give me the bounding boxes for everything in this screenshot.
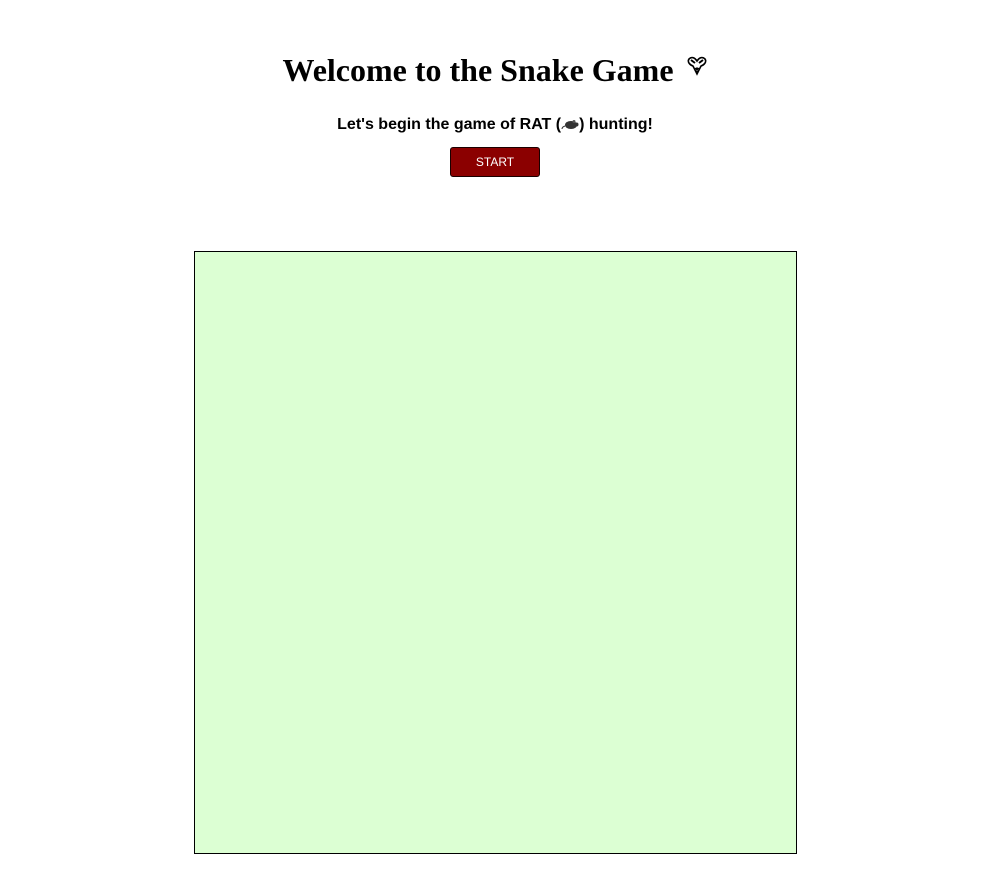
snake-head-icon <box>686 46 708 76</box>
rat-icon <box>561 116 579 130</box>
game-board[interactable] <box>194 251 797 854</box>
page-title: Welcome to the Snake Game <box>0 46 990 90</box>
intro-text-before: Let's begin the game of RAT ( <box>337 116 562 133</box>
snake-game-page: Welcome to the Snake Game Let's begin th… <box>0 0 1002 877</box>
start-button[interactable]: START <box>450 147 540 177</box>
page-title-text: Welcome to the Snake Game <box>282 52 674 88</box>
intro-text-after: ) hunting! <box>579 116 653 133</box>
intro-text: Let's begin the game of RAT ( ) hunting! <box>0 115 990 135</box>
